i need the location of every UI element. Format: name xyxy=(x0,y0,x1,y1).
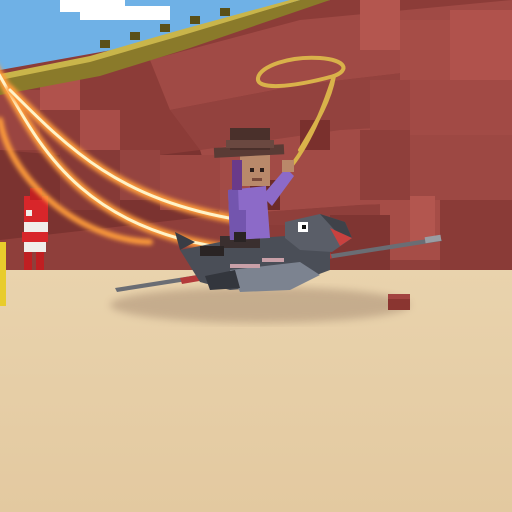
game-viewport[interactable] xyxy=(0,0,512,512)
yellow-block xyxy=(0,242,6,306)
player-shadow xyxy=(110,287,410,323)
crate xyxy=(388,294,410,310)
game-scene xyxy=(0,0,512,512)
